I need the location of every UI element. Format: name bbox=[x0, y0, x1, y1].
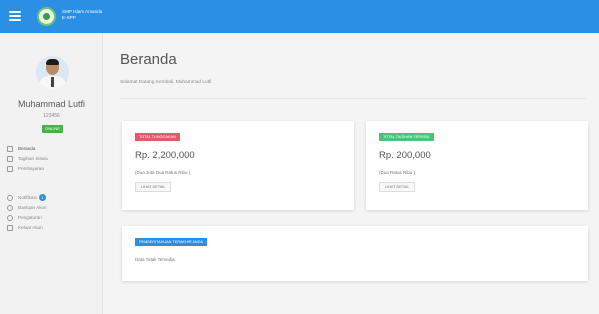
sidebar: Muhammad Lutfi 123456 ONLINE Beranda Tag… bbox=[0, 33, 103, 314]
printer-icon bbox=[7, 156, 13, 162]
sidebar-menu-account: Notifikasi 1 Bantuan Akun Pengaturan Kel… bbox=[7, 193, 97, 233]
receipt-icon bbox=[7, 166, 13, 172]
sidebar-item-label: Keluar Akun bbox=[18, 225, 43, 230]
lihat-detail-button[interactable]: LIHAT DETAIL bbox=[379, 182, 416, 192]
empty-notice: Data Tidak Tersedia bbox=[135, 257, 175, 262]
card-amount-words: (Dua Ratus Ribu ) bbox=[379, 170, 416, 175]
card-label: TOTAL TUNGGAKAN bbox=[135, 133, 180, 141]
status-badge: ONLINE bbox=[42, 125, 63, 133]
sidebar-item-label: Beranda bbox=[18, 146, 36, 151]
sidebar-item-pembayaran[interactable]: Pembayaran bbox=[7, 164, 97, 174]
card-total-tunggakan: TOTAL TUNGGAKAN Rp. 2,200,000 (Dua Juta … bbox=[122, 121, 354, 210]
sidebar-item-label: Pengaturan bbox=[18, 215, 42, 220]
sidebar-item-label: Tagihan Siswa bbox=[18, 156, 48, 161]
sidebar-item-label: Bantuan Akun bbox=[18, 205, 47, 210]
card-label: PEMBERITAHUAN TERAKHIR ANDA bbox=[135, 238, 207, 246]
card-total-tagihan: TOTAL TAGIHAN TERSISA Rp. 200,000 (Dua R… bbox=[366, 121, 588, 210]
sidebar-item-label: Pembayaran bbox=[18, 166, 45, 171]
logout-icon bbox=[7, 225, 13, 231]
home-icon bbox=[7, 146, 13, 152]
topbar: SMP Islam Amanda E-SPP bbox=[0, 0, 599, 33]
sidebar-item-tagihan-siswa[interactable]: Tagihan Siswa bbox=[7, 154, 97, 164]
page-subtitle: Selamat Datang Kembali, Muhammad Lutfi bbox=[120, 80, 212, 85]
school-logo bbox=[37, 7, 56, 26]
sidebar-item-label: Notifikasi bbox=[18, 195, 37, 200]
user-name: Muhammad Lutfi bbox=[17, 99, 86, 109]
sidebar-menu-main: Beranda Tagihan Siswa Pembayaran bbox=[7, 144, 97, 174]
page-title: Beranda bbox=[120, 51, 177, 68]
brand-line2: E-SPP bbox=[62, 15, 76, 20]
sidebar-item-pengaturan[interactable]: Pengaturan bbox=[7, 213, 97, 223]
card-pemberitahuan: PEMBERITAHUAN TERAKHIR ANDA Data Tidak T… bbox=[122, 226, 588, 281]
help-icon bbox=[7, 205, 13, 211]
sidebar-item-beranda[interactable]: Beranda bbox=[7, 144, 97, 154]
settings-icon bbox=[7, 215, 13, 221]
lihat-detail-button[interactable]: LIHAT DETAIL bbox=[135, 182, 172, 192]
sidebar-item-keluar-akun[interactable]: Keluar Akun bbox=[7, 223, 97, 233]
card-amount: Rp. 2,200,000 bbox=[135, 150, 195, 161]
user-id: 123456 bbox=[43, 113, 60, 119]
card-amount: Rp. 200,000 bbox=[379, 150, 431, 161]
card-amount-words: (Dua Juta Dua Ratus Ribu ) bbox=[135, 170, 191, 175]
sidebar-item-notifikasi[interactable]: Notifikasi 1 bbox=[7, 193, 97, 203]
avatar bbox=[36, 56, 69, 89]
card-label: TOTAL TAGIHAN TERSISA bbox=[379, 133, 434, 141]
hamburger-menu-icon[interactable] bbox=[9, 11, 21, 21]
brand-text: SMP Islam Amanda E-SPP bbox=[62, 9, 102, 21]
divider bbox=[120, 98, 586, 99]
sidebar-item-bantuan-akun[interactable]: Bantuan Akun bbox=[7, 203, 97, 213]
bell-icon bbox=[7, 195, 13, 201]
notification-count-badge: 1 bbox=[38, 194, 46, 202]
